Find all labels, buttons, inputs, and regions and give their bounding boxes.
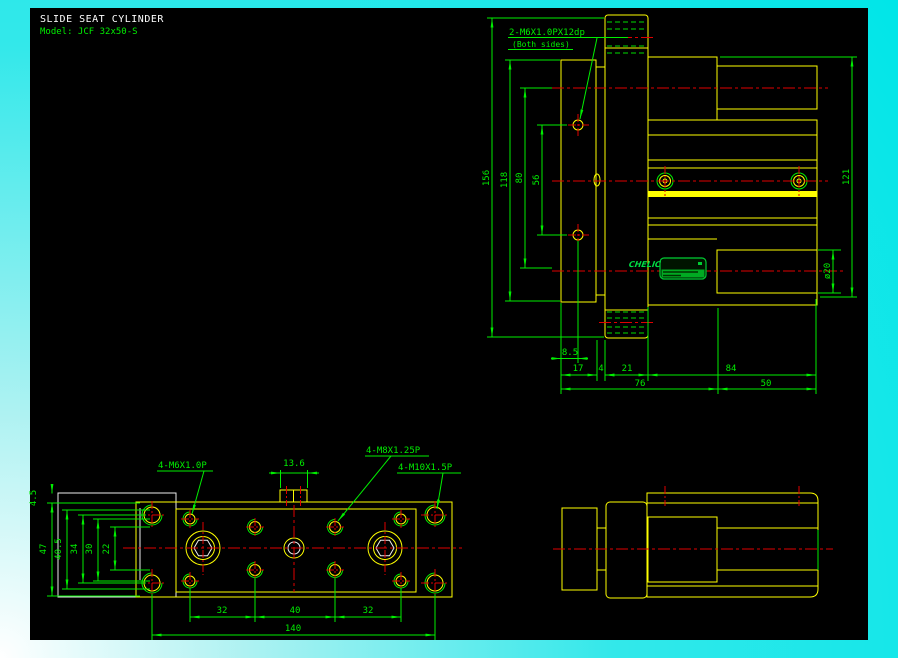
dim-121: 121 [842, 169, 852, 185]
model-space[interactable] [30, 8, 868, 640]
drawing-canvas[interactable]: SLIDE SEAT CYLINDER Model: JCF 32x50-S 2… [0, 0, 898, 658]
dim-32b: 32 [363, 606, 374, 616]
seal-band [648, 191, 817, 197]
dim-13-6: 13.6 [283, 459, 305, 469]
nameplate-mark [698, 262, 702, 265]
dim-34: 34 [70, 544, 80, 555]
dim-80: 80 [515, 173, 525, 184]
dim-118: 118 [500, 172, 510, 188]
dim-4-5: 4.5 [29, 490, 39, 506]
thread-note-line1: 2-M6X1.0PX12dp [509, 28, 585, 38]
dim-rod-dia: ø20 [823, 263, 833, 279]
note-m8: 4-M8X1.25P [366, 446, 421, 456]
dim-21: 21 [622, 364, 633, 374]
dim-84: 84 [726, 364, 737, 374]
thread-note-line2: (Both sides) [512, 40, 570, 49]
cad-window: SLIDE SEAT CYLINDER Model: JCF 32x50-S 2… [0, 0, 898, 658]
dim-40: 40 [290, 606, 301, 616]
dim-156: 156 [482, 170, 492, 186]
drawing-title: SLIDE SEAT CYLINDER [40, 14, 164, 25]
dim-22: 22 [102, 544, 112, 555]
dim-47: 47 [39, 544, 49, 555]
dim-8-5: 8.5 [562, 348, 578, 358]
dim-76: 76 [635, 379, 646, 389]
dim-30: 30 [85, 544, 95, 555]
dim-140: 140 [285, 624, 301, 634]
dim-17: 17 [573, 364, 584, 374]
dim-56: 56 [532, 175, 542, 186]
dim-50: 50 [761, 379, 772, 389]
nameplate-fineprint [661, 269, 705, 278]
drawing-model: Model: JCF 32x50-S [40, 27, 138, 37]
dim-40-5: 40.5 [54, 538, 64, 560]
note-m6: 4-M6X1.0P [158, 461, 207, 471]
note-m10: 4-M10X1.5P [398, 463, 453, 473]
dim-4: 4 [598, 364, 603, 374]
dim-32a: 32 [217, 606, 228, 616]
nameplate-brand: CHELIC [628, 260, 661, 269]
